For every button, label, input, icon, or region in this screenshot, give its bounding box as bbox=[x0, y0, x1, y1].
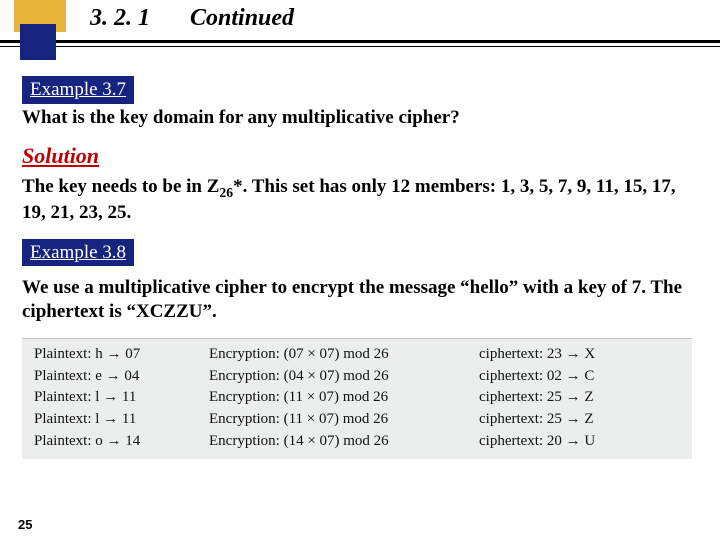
plaintext-cell: Plaintext: l → 11 bbox=[34, 388, 209, 407]
ciphertext-cell: ciphertext: 20 → U bbox=[479, 432, 654, 451]
example-3-8-tag: Example 3.8 bbox=[22, 239, 134, 267]
encryption-cell: Encryption: (11 × 07) mod 26 bbox=[209, 388, 479, 407]
slide-body: Example 3.7 What is the key domain for a… bbox=[0, 60, 720, 459]
example-3-7-question: What is the key domain for any multiplic… bbox=[22, 106, 692, 130]
plaintext-cell: Plaintext: e → 04 bbox=[34, 367, 209, 386]
solution-label: Solution bbox=[22, 142, 692, 170]
encryption-cell: Encryption: (11 × 07) mod 26 bbox=[209, 410, 479, 429]
slide-header: 3. 2. 1 Continued bbox=[0, 0, 720, 60]
example-3-8-text: We use a multiplicative cipher to encryp… bbox=[22, 276, 692, 324]
encryption-cell: Encryption: (07 × 07) mod 26 bbox=[209, 345, 479, 364]
plaintext-cell: Plaintext: h → 07 bbox=[34, 345, 209, 364]
ciphertext-cell: ciphertext: 23 → X bbox=[479, 345, 654, 364]
computation-table: Plaintext: h → 07Encryption: (07 × 07) m… bbox=[22, 338, 692, 459]
encryption-cell: Encryption: (14 × 07) mod 26 bbox=[209, 432, 479, 451]
example-3-7-answer: The key needs to be in Z26*. This set ha… bbox=[22, 175, 692, 225]
header-rule-thin bbox=[0, 46, 720, 47]
plaintext-cell: Plaintext: o → 14 bbox=[34, 432, 209, 451]
header-rule-thick bbox=[0, 40, 720, 43]
ciphertext-cell: ciphertext: 25 → Z bbox=[479, 388, 654, 407]
encryption-cell: Encryption: (04 × 07) mod 26 bbox=[209, 367, 479, 386]
ciphertext-cell: ciphertext: 02 → C bbox=[479, 367, 654, 386]
navy-accent-block bbox=[20, 24, 56, 60]
example-3-7-tag: Example 3.7 bbox=[22, 76, 134, 104]
section-number: 3. 2. 1 bbox=[90, 5, 150, 32]
slide-number: 25 bbox=[18, 517, 32, 532]
plaintext-cell: Plaintext: l → 11 bbox=[34, 410, 209, 429]
continued-label: Continued bbox=[190, 5, 294, 32]
ciphertext-cell: ciphertext: 25 → Z bbox=[479, 410, 654, 429]
